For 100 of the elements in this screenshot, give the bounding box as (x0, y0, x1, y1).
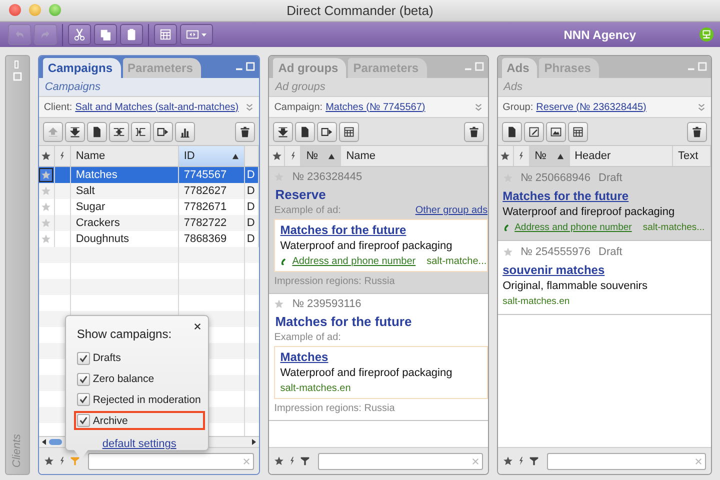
scroll-thumb[interactable] (48, 439, 62, 445)
checkbox[interactable] (76, 414, 90, 428)
star-icon[interactable] (274, 299, 284, 309)
star-icon[interactable] (41, 234, 52, 244)
scissors-button[interactable] (68, 24, 91, 45)
image-button[interactable] (546, 122, 566, 142)
lightning-icon[interactable] (289, 456, 296, 466)
bar-chart-button[interactable] (174, 122, 195, 142)
checkbox-option[interactable]: Drafts (74, 349, 205, 368)
edit-button[interactable] (524, 122, 544, 142)
sort-ascending-icon[interactable] (328, 152, 336, 160)
lightning-icon[interactable] (290, 151, 296, 161)
star-icon[interactable] (272, 151, 282, 161)
checkbox-option[interactable]: Archive (74, 411, 205, 430)
other-ads-link[interactable]: Other group ads (415, 205, 488, 216)
contact-link[interactable]: Address and phone number (514, 222, 632, 233)
context-link[interactable]: Matches (№ 7745567) (326, 102, 426, 112)
search-field[interactable] (318, 452, 483, 470)
star-icon[interactable] (41, 186, 52, 196)
lightning-icon[interactable] (58, 456, 65, 466)
download-button[interactable] (273, 122, 294, 142)
copy-button[interactable] (94, 24, 117, 45)
table-button[interactable] (568, 122, 588, 142)
table-row[interactable]: Sugar 7782671 D (38, 199, 260, 215)
columns-button[interactable] (154, 24, 177, 45)
contact-link[interactable]: Address and phone number (292, 256, 416, 267)
ad-number: № 254555976 (520, 246, 590, 258)
search-field[interactable] (546, 452, 706, 470)
view-button[interactable] (180, 24, 213, 45)
play-button[interactable] (317, 122, 338, 142)
play-button[interactable] (152, 122, 173, 142)
ad-title-link[interactable]: souvenir matches (502, 263, 605, 277)
context-link[interactable]: Reserve (№ 236328445) (536, 102, 646, 112)
delete-button[interactable] (687, 122, 707, 142)
tab[interactable]: Campaigns (42, 58, 121, 78)
column-header[interactable]: Header (570, 146, 673, 166)
sort-ascending-icon[interactable] (232, 152, 239, 160)
delete-button[interactable] (235, 122, 256, 142)
close-button[interactable] (9, 4, 21, 16)
ad-title-link[interactable]: Matches for the future (280, 223, 406, 237)
column-header[interactable]: Name (341, 146, 488, 166)
scissors-icon (73, 28, 86, 41)
filter-icon[interactable] (528, 456, 539, 466)
ad-title-link[interactable]: Matches for the future (502, 189, 629, 203)
ad-number: № 250668946 (520, 172, 590, 184)
lightning-icon[interactable] (518, 151, 524, 161)
table-row[interactable]: Doughnuts 7868369 D (38, 231, 260, 247)
column-label: № (534, 150, 546, 162)
star-icon[interactable] (502, 456, 513, 466)
document-button[interactable] (502, 122, 522, 142)
expand-chevrons-icon[interactable] (697, 102, 706, 112)
lightning-icon[interactable] (518, 456, 524, 466)
group-number: № 236328445 (292, 171, 362, 183)
ad-title-link[interactable]: Matches (280, 350, 328, 364)
column-header[interactable]: Text (673, 146, 711, 166)
close-icon[interactable] (194, 323, 201, 330)
document-button[interactable] (86, 122, 107, 142)
filter-icon[interactable] (300, 456, 310, 466)
star-icon[interactable] (41, 170, 52, 180)
table-button[interactable] (339, 122, 360, 142)
column-label: № (306, 150, 318, 162)
default-settings-link[interactable]: default settings (102, 438, 176, 450)
expand-chevrons-icon[interactable] (245, 102, 254, 112)
copy-icon (99, 28, 112, 41)
download-button[interactable] (64, 122, 85, 142)
checkbox[interactable] (76, 372, 90, 386)
clipboard-button[interactable] (120, 24, 143, 45)
sort-ascending-icon[interactable] (556, 152, 564, 160)
trash-icon (239, 126, 252, 138)
clipboard-icon (125, 28, 138, 41)
table-row[interactable]: Matches 7745567 D (38, 167, 260, 183)
swap-button[interactable] (108, 122, 129, 142)
delete-button[interactable] (464, 122, 484, 142)
panel-window-controls-icon[interactable] (235, 62, 256, 71)
document-button[interactable] (295, 122, 316, 142)
star-icon[interactable] (41, 202, 52, 212)
example-label: Example of ad: (274, 205, 341, 216)
checkbox[interactable] (76, 393, 90, 406)
star-icon[interactable] (41, 218, 52, 228)
expand-chevrons-icon[interactable] (474, 102, 483, 112)
star-icon[interactable] (41, 151, 52, 161)
column-header[interactable]: ID (178, 146, 245, 166)
network-status-icon[interactable] (699, 27, 714, 42)
column-header[interactable]: № (301, 146, 342, 166)
star-icon[interactable] (502, 247, 513, 257)
ad-group-item[interactable]: № 236328445 Reserve Example of ad: Other group ads Matches for the future Waterproof and fireproof packaging Address and phone number salt-matche... Impression regions: Russia (269, 167, 488, 294)
table-row[interactable]: Salt 7782627 D (38, 183, 260, 199)
checkbox-option[interactable]: Zero balance (74, 370, 205, 388)
column-header[interactable]: № (530, 146, 570, 166)
search-field[interactable] (88, 452, 254, 470)
star-icon[interactable] (274, 456, 284, 466)
ad-item[interactable]: № 250668946 Draft Matches for the future Waterproof and fireproof packaging Address and phone number salt-matches... (498, 167, 711, 241)
star-icon[interactable] (44, 456, 54, 466)
tray-button[interactable] (130, 122, 151, 142)
star-icon[interactable] (500, 151, 510, 161)
context-link[interactable]: Salt and Matches (salt-and-matches) (75, 102, 239, 112)
table-row[interactable]: Crackers 7782722 D (38, 215, 260, 231)
lightning-icon[interactable] (59, 151, 66, 161)
checkbox[interactable] (76, 352, 90, 365)
checkbox-option[interactable]: Rejected in moderation (74, 390, 205, 410)
